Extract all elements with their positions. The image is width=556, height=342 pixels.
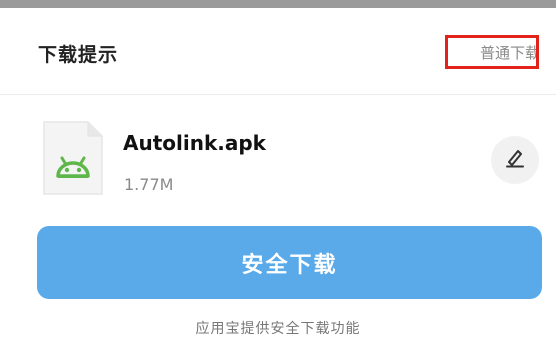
pencil-icon [504, 147, 526, 173]
file-size: 1.77M [124, 175, 174, 194]
dialog-top-edge [0, 0, 556, 8]
download-dialog: 下载提示 普通下载 Autolink.apk 1.77M 安全下载 应用宝提供安… [0, 0, 556, 342]
footer-note: 应用宝提供安全下载功能 [195, 321, 361, 337]
file-name: Autolink.apk [123, 131, 266, 155]
safe-download-button[interactable]: 安全下载 [37, 226, 542, 299]
dialog-title: 下载提示 [38, 44, 119, 66]
safe-download-label: 安全下载 [241, 252, 338, 278]
normal-download-button[interactable]: 普通下载 [445, 35, 539, 69]
dialog-header: 下载提示 普通下载 [0, 8, 556, 95]
normal-download-label: 普通下载 [479, 43, 539, 62]
android-file-icon [42, 120, 104, 196]
rename-button[interactable] [491, 136, 539, 184]
